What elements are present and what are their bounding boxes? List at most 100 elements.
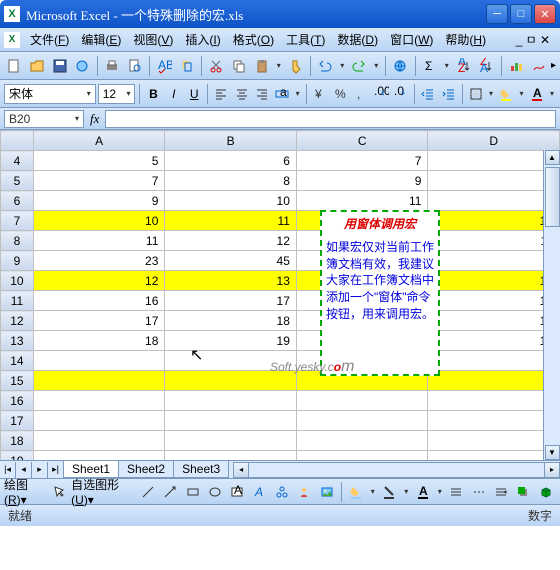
paste-dropdown[interactable]: ▾ xyxy=(274,55,283,77)
cell[interactable]: 9 xyxy=(296,171,428,191)
copy-icon[interactable] xyxy=(229,55,250,77)
textbox-callout[interactable]: 用窗体调用宏 如果宏仅对当前工作簿文档有效，我建议大家在工作簿文档中添加一个"窗… xyxy=(320,210,440,376)
cell[interactable]: 10 xyxy=(428,211,560,231)
cell[interactable] xyxy=(428,451,560,461)
cell[interactable] xyxy=(428,391,560,411)
cell[interactable]: 19 xyxy=(165,331,297,351)
percent-icon[interactable]: % xyxy=(331,83,349,105)
select-all[interactable] xyxy=(1,131,34,151)
cell[interactable]: 11 xyxy=(165,211,297,231)
row-header[interactable]: 15 xyxy=(1,371,34,391)
menu-i[interactable]: 插入(I) xyxy=(179,31,226,49)
cell[interactable]: 6 xyxy=(165,151,297,171)
redo-dropdown[interactable]: ▾ xyxy=(372,55,381,77)
arrow-icon[interactable] xyxy=(160,481,180,503)
new-icon[interactable] xyxy=(4,55,25,77)
autosum-icon[interactable]: Σ xyxy=(419,55,440,77)
cell[interactable]: 18 xyxy=(33,331,165,351)
cell[interactable] xyxy=(296,391,428,411)
sort-asc-icon[interactable]: AZ xyxy=(453,55,474,77)
cell[interactable] xyxy=(296,411,428,431)
cell[interactable]: 12 xyxy=(428,271,560,291)
line-style-icon[interactable] xyxy=(446,481,466,503)
borders-icon[interactable] xyxy=(467,83,485,105)
cell[interactable]: 17 xyxy=(165,291,297,311)
menu-o[interactable]: 格式(O) xyxy=(227,31,280,49)
underline-button[interactable]: U xyxy=(185,83,203,105)
col-header[interactable]: D xyxy=(428,131,560,151)
research-icon[interactable] xyxy=(176,55,197,77)
cell[interactable] xyxy=(33,451,165,461)
clipart-icon[interactable] xyxy=(294,481,314,503)
workbook-icon[interactable]: X xyxy=(4,32,20,48)
cell[interactable] xyxy=(165,411,297,431)
cell[interactable] xyxy=(165,371,297,391)
scroll-up-icon[interactable]: ▲ xyxy=(545,150,560,165)
cell[interactable]: 11 xyxy=(428,231,560,251)
row-header[interactable]: 10 xyxy=(1,271,34,291)
cell[interactable] xyxy=(428,371,560,391)
font-combo[interactable]: 宋体▾ xyxy=(4,84,96,104)
save-icon[interactable] xyxy=(49,55,70,77)
cell[interactable] xyxy=(33,351,165,371)
cell[interactable]: 12 xyxy=(165,231,297,251)
increase-decimal-icon[interactable]: .00 xyxy=(372,83,390,105)
row-header[interactable]: 4 xyxy=(1,151,34,171)
arrow-style-icon[interactable] xyxy=(491,481,511,503)
cell[interactable]: 9 xyxy=(33,191,165,211)
italic-button[interactable]: I xyxy=(165,83,183,105)
menu-e[interactable]: 编辑(E) xyxy=(75,31,127,49)
horizontal-scrollbar[interactable]: ◂▸ xyxy=(233,462,560,478)
cell[interactable]: 45 xyxy=(165,251,297,271)
col-header[interactable]: C xyxy=(296,131,428,151)
vertical-scrollbar[interactable]: ▲ ▼ xyxy=(543,150,560,460)
align-right-icon[interactable] xyxy=(253,83,271,105)
tab-last-icon[interactable]: ▸| xyxy=(48,462,64,478)
sort-desc-icon[interactable]: ZA xyxy=(476,55,497,77)
row-header[interactable]: 12 xyxy=(1,311,34,331)
cell[interactable]: 9 xyxy=(428,191,560,211)
menu-v[interactable]: 视图(V) xyxy=(127,31,179,49)
menu-help-input[interactable]: _ ㅁ ✕ xyxy=(516,31,550,48)
dash-style-icon[interactable] xyxy=(469,481,489,503)
scroll-thumb[interactable] xyxy=(545,167,560,227)
row-header[interactable]: 17 xyxy=(1,411,34,431)
open-icon[interactable] xyxy=(27,55,48,77)
cell[interactable]: 7 xyxy=(428,151,560,171)
cell[interactable]: 8 xyxy=(428,171,560,191)
sheet-tab[interactable]: Sheet3 xyxy=(173,461,229,478)
cell[interactable] xyxy=(428,251,560,271)
cell[interactable] xyxy=(165,351,297,371)
cell[interactable]: 8 xyxy=(165,171,297,191)
line-color-icon[interactable] xyxy=(379,481,399,503)
row-header[interactable]: 9 xyxy=(1,251,34,271)
shadow-icon[interactable] xyxy=(513,481,533,503)
scroll-down-icon[interactable]: ▼ xyxy=(545,445,560,460)
decrease-decimal-icon[interactable]: .0 xyxy=(392,83,410,105)
undo-dropdown[interactable]: ▾ xyxy=(338,55,347,77)
select-objects-icon[interactable] xyxy=(49,481,69,503)
row-header[interactable]: 16 xyxy=(1,391,34,411)
permission-icon[interactable] xyxy=(72,55,93,77)
preview-icon[interactable] xyxy=(124,55,145,77)
cell[interactable] xyxy=(296,451,428,461)
redo-icon[interactable] xyxy=(349,55,370,77)
row-header[interactable]: 8 xyxy=(1,231,34,251)
row-header[interactable]: 6 xyxy=(1,191,34,211)
cell[interactable]: 16 xyxy=(428,311,560,331)
spreadsheet-grid[interactable]: ABCD 45677578986910119710111081112119234… xyxy=(0,130,560,460)
cell[interactable] xyxy=(33,411,165,431)
fill-color-icon[interactable] xyxy=(497,83,515,105)
cut-icon[interactable] xyxy=(206,55,227,77)
menu-f[interactable]: 文件(F) xyxy=(24,31,75,49)
row-header[interactable]: 7 xyxy=(1,211,34,231)
cell[interactable] xyxy=(165,451,297,461)
cell[interactable]: 13 xyxy=(165,271,297,291)
fx-icon[interactable]: fx xyxy=(90,111,99,127)
format-painter-icon[interactable] xyxy=(285,55,306,77)
cell[interactable]: 14 xyxy=(428,291,560,311)
undo-icon[interactable] xyxy=(315,55,336,77)
cell[interactable]: 18 xyxy=(165,311,297,331)
col-header[interactable]: A xyxy=(33,131,165,151)
wordart-icon[interactable]: A xyxy=(250,481,270,503)
